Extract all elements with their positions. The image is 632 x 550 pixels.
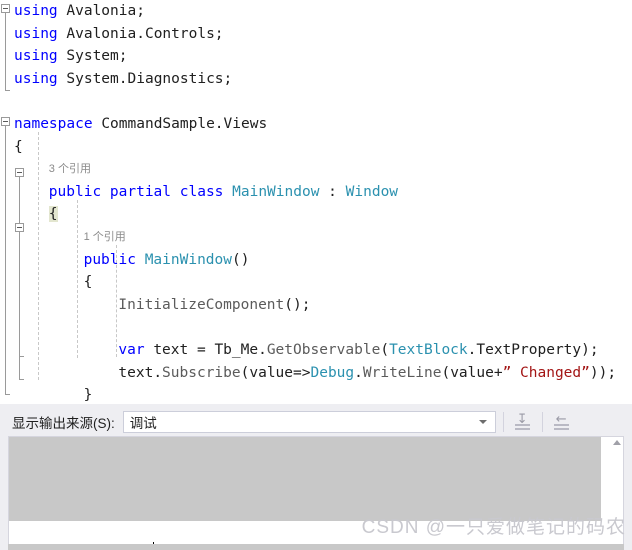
code-token: text [153, 342, 189, 358]
output-panel[interactable]: 显示输出来源(S): 调试 ↧ ← Me: Changed CSDN @一只爱做… [0, 404, 632, 550]
code-token: Subscribe [162, 364, 241, 381]
code-text: public MainWindow() [84, 249, 250, 272]
code-token: Tb_Me [214, 342, 259, 358]
code-token: { [14, 138, 23, 155]
code-token: { [83, 274, 93, 291]
code-text: using System.Diagnostics; [14, 68, 232, 91]
clear-all-lines-icon [514, 422, 530, 430]
toggle-word-wrap-button[interactable]: ← [550, 410, 574, 434]
code-token: namespace [14, 116, 102, 132]
code-line[interactable] [0, 316, 632, 339]
code-token: MainWindow [144, 251, 233, 268]
code-text: { [84, 271, 93, 294]
code-token: public [48, 183, 110, 200]
word-wrap-lines-icon [553, 422, 569, 430]
code-token: MainWindow [232, 183, 320, 200]
output-source-dropdown[interactable]: 调试 [122, 411, 496, 433]
code-text: text.Subscribe(value=>Debug.WriteLine(va… [118, 362, 616, 385]
code-token: . [258, 342, 267, 358]
code-line[interactable]: using Avalonia.Controls; [0, 23, 632, 46]
clear-all-button[interactable]: ↧ [511, 410, 535, 434]
code-token: = [188, 342, 215, 358]
code-token: . [354, 364, 363, 381]
code-line[interactable]: using Avalonia; [0, 0, 632, 23]
code-token: Debug [310, 364, 355, 381]
output-source-value: 调试 [129, 416, 157, 431]
code-text: InitializeComponent(); [118, 294, 310, 317]
output-clipped-text [33, 437, 601, 438]
code-token: Window [345, 183, 399, 200]
code-line[interactable]: using System.Diagnostics; [0, 68, 632, 91]
code-line[interactable]: public MainWindow() [0, 249, 632, 272]
code-line[interactable]: using System; [0, 45, 632, 68]
code-token: )); [589, 364, 617, 381]
output-source-label: 显示输出来源(S): [12, 416, 115, 431]
code-text: using Avalonia; [14, 0, 145, 23]
code-line[interactable]: text.Subscribe(value=>Debug.WriteLine(va… [0, 362, 632, 385]
chevron-down-icon [478, 420, 487, 424]
code-text: { [48, 203, 58, 226]
code-token: using [14, 70, 67, 87]
code-text: { [14, 136, 23, 159]
code-line[interactable] [0, 90, 632, 113]
code-token: ( [380, 342, 390, 358]
code-token: value [249, 364, 294, 381]
code-line[interactable]: InitializeComponent(); [0, 294, 632, 317]
code-token: using [14, 3, 67, 19]
output-selection-block [9, 437, 601, 521]
code-text: using System; [14, 45, 128, 68]
matched-brace: { [48, 206, 58, 223]
code-token: text [118, 364, 154, 381]
code-line[interactable]: { [0, 136, 632, 159]
code-line[interactable]: var text = Tb_Me.GetObservable(TextBlock… [0, 339, 632, 362]
code-token: WriteLine [362, 364, 442, 381]
output-text-area[interactable]: Me: Changed [8, 436, 624, 546]
code-token: => [293, 364, 311, 381]
codelens-reference-count[interactable]: 1 个引用 [84, 230, 126, 244]
code-token: TextBlock [389, 342, 468, 358]
code-token: CommandSample.Views [101, 116, 268, 132]
code-token: partial [109, 183, 180, 200]
code-token: () [232, 251, 250, 268]
code-token: ” Changed” [502, 364, 590, 381]
toolbar-separator-1 [502, 412, 504, 432]
toolbar-separator-2 [541, 412, 543, 432]
code-token: value [450, 364, 494, 381]
code-token: System; [66, 48, 128, 65]
code-text: } [84, 384, 93, 404]
code-text: public partial class MainWindow : Window [49, 181, 398, 204]
code-token: GetObservable [266, 342, 381, 358]
code-text: namespace CommandSample.Views [14, 113, 267, 136]
code-token: } [83, 387, 93, 404]
code-line[interactable]: namespace CommandSample.Views [0, 113, 632, 136]
code-token: using [14, 25, 67, 42]
code-token: System.Diagnostics; [66, 70, 233, 87]
code-token: + [493, 364, 503, 381]
code-token: (); [284, 296, 311, 313]
code-text: var text = Tb_Me.GetObservable(TextBlock… [118, 339, 598, 362]
code-token: class [179, 183, 233, 200]
code-token: using [14, 48, 67, 65]
code-text: using Avalonia.Controls; [14, 23, 224, 46]
output-toolbar[interactable]: 显示输出来源(S): 调试 ↧ ← [0, 408, 632, 436]
code-line[interactable]: { [0, 271, 632, 294]
code-line[interactable]: } [0, 384, 632, 404]
code-token: public [83, 251, 145, 268]
code-token: . [153, 364, 163, 381]
code-line[interactable]: public partial class MainWindow : Window [0, 181, 632, 204]
code-token: : [319, 183, 346, 200]
code-token: InitializeComponent [118, 296, 285, 313]
code-line[interactable]: { [0, 203, 632, 226]
code-editor[interactable]: using Avalonia; using Avalonia.Controls; u… [0, 0, 632, 404]
code-token: ( [441, 364, 451, 381]
scrollbar-up-arrow-icon[interactable] [613, 440, 621, 445]
output-bottom-strip [8, 544, 624, 550]
code-token: Avalonia.Controls; [66, 25, 224, 42]
code-line[interactable] [0, 158, 632, 181]
code-token: .TextProperty); [467, 342, 599, 358]
code-token: Avalonia; [66, 3, 145, 19]
codelens-reference-count[interactable]: 3 个引用 [49, 162, 91, 176]
output-log-line: Me: Changed [15, 523, 155, 545]
code-token: var [118, 342, 154, 358]
